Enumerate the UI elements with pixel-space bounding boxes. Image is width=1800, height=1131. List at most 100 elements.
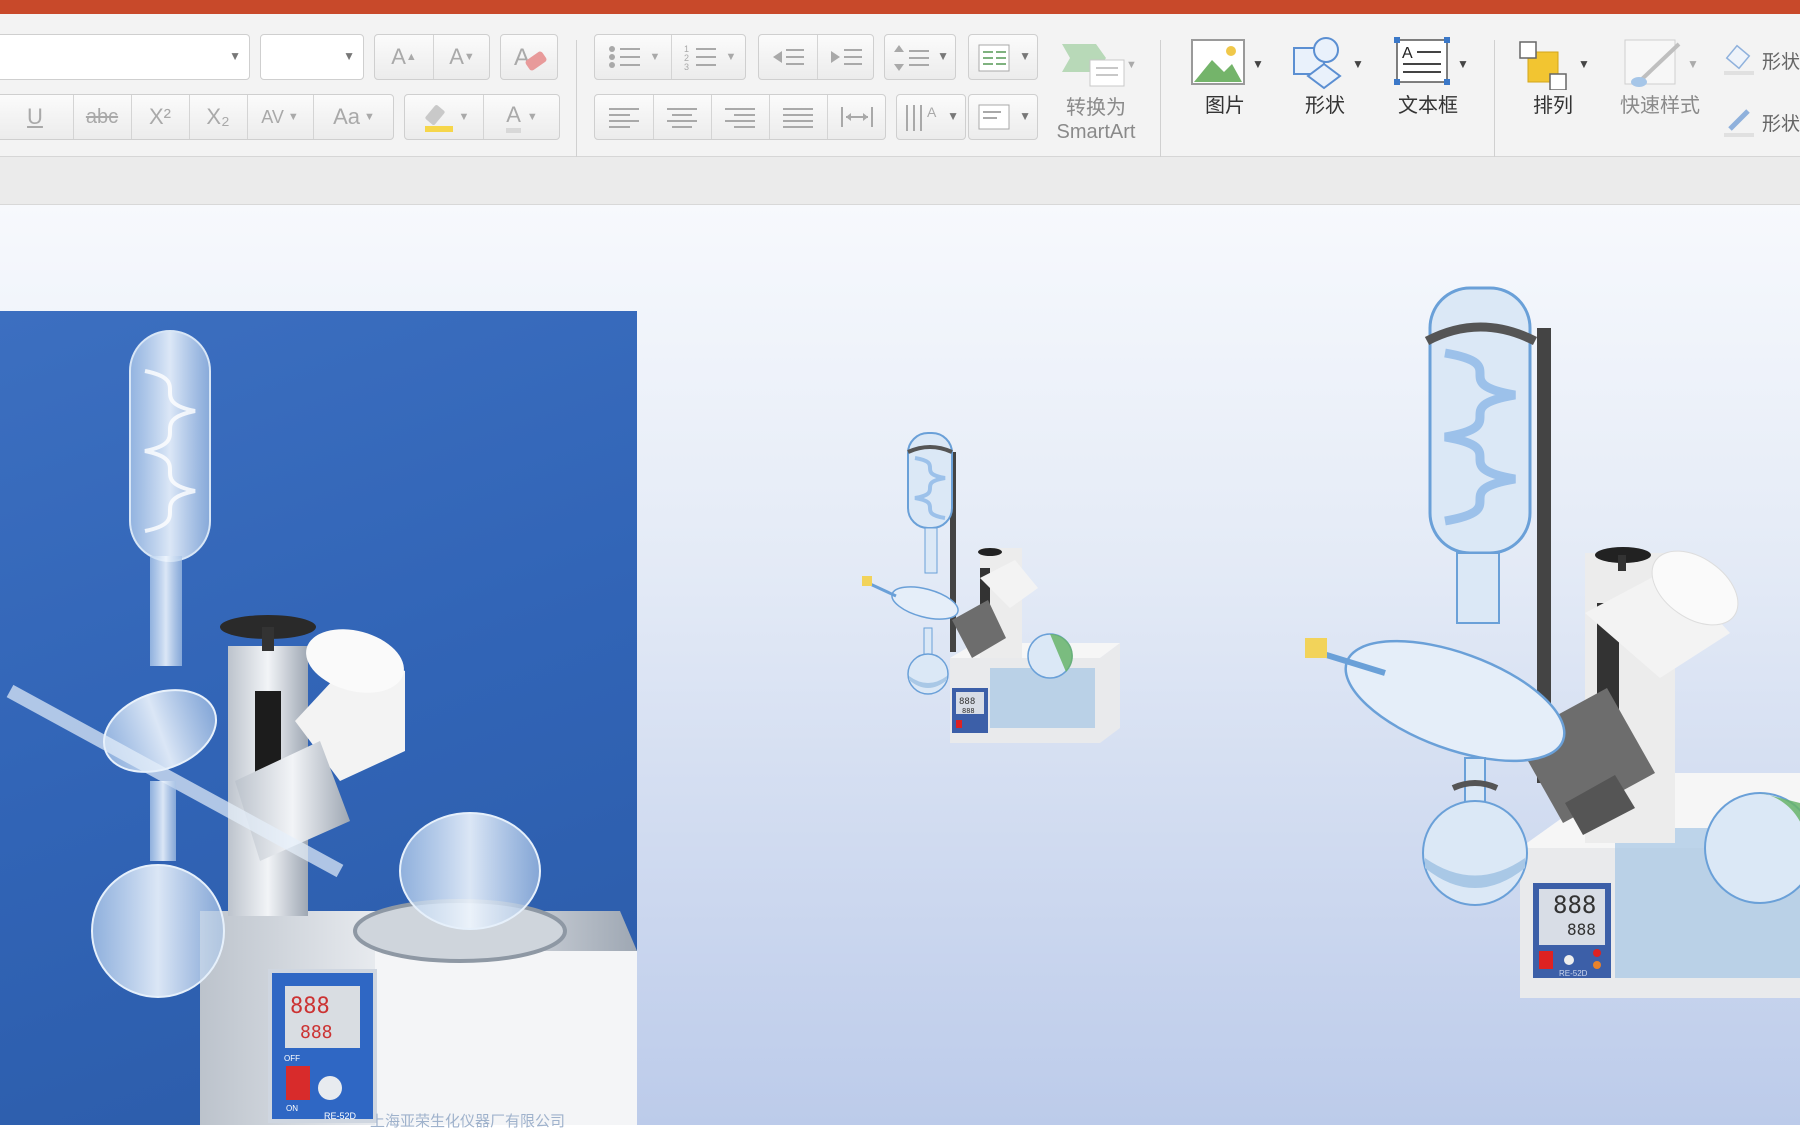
distribute-icon: [841, 107, 873, 127]
ribbon-separator: [1160, 40, 1161, 160]
smartart-icon: ▼: [1062, 44, 1136, 87]
font-grow-shrink-group: A ▲ A ▼: [374, 34, 490, 80]
shape-button[interactable]: ▼ 形状: [1280, 34, 1370, 118]
bullet-list-icon: [608, 46, 640, 68]
textbox-button[interactable]: A ▼ 文本框: [1380, 34, 1476, 118]
rotary-evaporator-photo[interactable]: 888 888 OFF ON RE-52D: [0, 311, 637, 1125]
numbered-list-icon: 123: [684, 44, 716, 72]
ribbon-separator: [576, 40, 577, 160]
align-text-button[interactable]: ▼: [968, 94, 1038, 140]
svg-text:▼: ▼: [1578, 57, 1590, 71]
chevron-down-icon: ▼: [1019, 49, 1031, 63]
decrease-indent-button[interactable]: [759, 35, 818, 79]
underline-button[interactable]: U: [0, 95, 74, 139]
photo-watermark: 上海亚荣生化仪器厂有限公司: [370, 1113, 566, 1130]
quick-styles-button[interactable]: ▼ 快速样式: [1610, 34, 1710, 118]
align-center-button[interactable]: [653, 95, 712, 139]
convert-smartart-button[interactable]: ▼ 转换为 SmartArt: [1046, 38, 1146, 144]
arrange-button[interactable]: ▼ 排列: [1508, 34, 1598, 118]
format-group: U abc X² X₂ AV ▼ Aa ▼: [0, 94, 394, 140]
shapes-icon: ▼: [1293, 37, 1364, 90]
small-display-bottom: 888: [962, 707, 975, 715]
strikethrough-button[interactable]: abc: [73, 95, 132, 139]
photo-label-off: OFF: [284, 1054, 300, 1063]
chevron-down-icon: ▼: [229, 49, 241, 63]
photo-model-label: RE-52D: [324, 1111, 357, 1121]
align-left-icon: [609, 108, 639, 128]
paint-bucket-icon: [1724, 44, 1754, 75]
justify-button[interactable]: [769, 95, 828, 139]
small-display-top: 888: [959, 697, 975, 707]
ribbon-separator: [1494, 40, 1495, 160]
distribute-button[interactable]: [827, 95, 887, 139]
justify-icon: [783, 108, 813, 128]
grow-font-button[interactable]: A ▲: [375, 35, 434, 79]
align-left-button[interactable]: [595, 95, 654, 139]
outdent-icon: [773, 49, 804, 65]
chevron-down-icon: ▼: [343, 49, 355, 63]
photo-label-on: ON: [286, 1104, 298, 1113]
align-text-icon: [978, 104, 1010, 130]
clear-format-button[interactable]: A: [500, 34, 558, 80]
chevron-down-icon: ▼: [937, 49, 949, 63]
svg-text:▼: ▼: [1352, 57, 1364, 71]
chevron-down-icon: ▼: [947, 109, 959, 123]
indent-group: [758, 34, 874, 80]
align-right-button[interactable]: [711, 95, 770, 139]
photo-display-top: 888: [290, 994, 330, 1019]
svg-text:▼: ▼: [1252, 57, 1264, 71]
evaporator-photo-drawing: 888 888 OFF ON RE-52D: [6, 330, 637, 1125]
svg-text:▼: ▼: [1457, 57, 1469, 71]
large-display-top: 888: [1553, 891, 1596, 919]
textbox-icon: A▼: [1394, 37, 1469, 85]
columns-icon: [978, 44, 1010, 72]
bullets-button[interactable]: ▼: [595, 35, 672, 79]
picture-button[interactable]: ▼ 图片: [1180, 34, 1270, 118]
align-center-icon: [667, 108, 697, 128]
text-direction-button[interactable]: A ▼: [896, 94, 966, 140]
highlighter-icon: [424, 105, 453, 132]
eraser-icon: A: [514, 44, 547, 71]
change-case-button[interactable]: Aa ▼: [313, 95, 395, 139]
small-evaporator-illustration[interactable]: 888 888: [840, 428, 1130, 748]
font-name-box[interactable]: ▼: [0, 34, 250, 80]
superscript-button[interactable]: X²: [131, 95, 190, 139]
title-bar-strip: [0, 0, 1800, 14]
line-spacing-icon: [894, 45, 929, 71]
highlight-color-group: ▼ A ▼: [404, 94, 560, 140]
svg-text:▼: ▼: [1687, 57, 1699, 71]
shape-fill-button[interactable]: 形状: [1722, 40, 1800, 80]
picture-icon: ▼: [1191, 39, 1264, 85]
large-model-label: RE-52D: [1559, 969, 1588, 978]
svg-text:A: A: [1402, 45, 1413, 62]
svg-text:3: 3: [684, 62, 689, 72]
line-spacing-button[interactable]: ▼: [884, 34, 956, 80]
subscript-button[interactable]: X₂: [189, 95, 248, 139]
arrange-icon: ▼: [1519, 41, 1590, 90]
large-evaporator-illustration[interactable]: 888 888 RE-52D: [1285, 283, 1800, 1003]
alignment-group: [594, 94, 886, 140]
ruler-bar: [0, 157, 1800, 205]
ribbon: ▼ ▼ A ▲ A ▼ A U abc X² X₂ AV ▼ Aa ▼ ▼ A ▼ ▼: [0, 14, 1800, 160]
photo-display-bottom: 888: [300, 1022, 333, 1043]
font-color-button[interactable]: A ▼: [483, 95, 561, 139]
shrink-font-button[interactable]: A ▼: [433, 35, 491, 79]
increase-indent-button[interactable]: [817, 35, 875, 79]
bullets-group: ▼ 123 ▼: [594, 34, 746, 80]
text-direction-icon: A: [906, 104, 937, 131]
font-size-box[interactable]: ▼: [260, 34, 364, 80]
indent-icon: [831, 49, 862, 65]
highlight-button[interactable]: ▼: [405, 95, 484, 139]
align-right-icon: [725, 108, 755, 128]
svg-text:A: A: [514, 44, 530, 71]
paintbrush-icon: ▼: [1624, 39, 1699, 87]
svg-text:A: A: [927, 104, 937, 120]
chevron-down-icon: ▼: [1019, 109, 1031, 123]
numbering-button[interactable]: 123 ▼: [671, 35, 747, 79]
pencil-icon: [1724, 109, 1754, 137]
shape-outline-button[interactable]: 形状: [1722, 102, 1800, 142]
large-display-bottom: 888: [1567, 920, 1596, 939]
columns-button[interactable]: ▼: [968, 34, 1038, 80]
character-spacing-button[interactable]: AV ▼: [247, 95, 314, 139]
svg-text:▼: ▼: [1126, 59, 1136, 71]
